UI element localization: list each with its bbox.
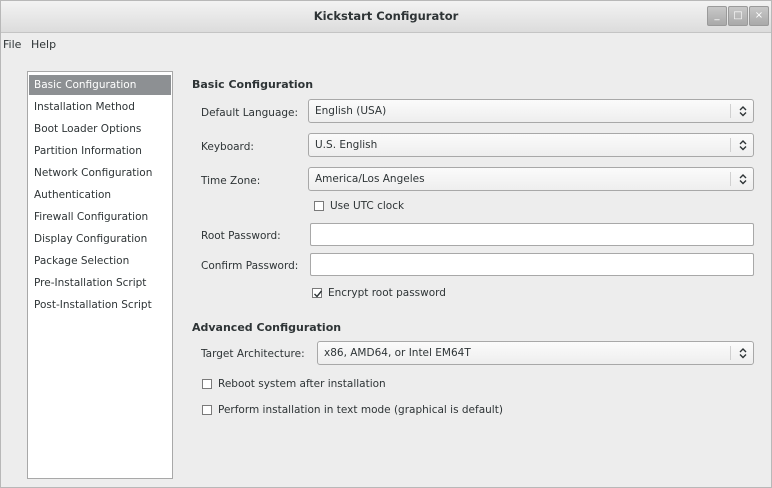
confirm-password-field[interactable] bbox=[310, 253, 754, 276]
sidebar-item-pre-installation-script[interactable]: Pre-Installation Script bbox=[29, 273, 171, 293]
close-button[interactable]: × bbox=[749, 6, 769, 26]
minimize-button[interactable]: _ bbox=[707, 6, 727, 26]
category-list: Basic Configuration Installation Method … bbox=[27, 71, 173, 479]
window-controls: _ □ × bbox=[706, 6, 769, 26]
menu-help[interactable]: Help bbox=[31, 38, 56, 51]
target-architecture-select[interactable]: x86, AMD64, or Intel EM64T bbox=[317, 341, 754, 365]
use-utc-clock-label: Use UTC clock bbox=[330, 200, 405, 212]
default-language-label: Default Language: bbox=[201, 107, 299, 119]
encrypt-root-password-label: Encrypt root password bbox=[328, 287, 446, 299]
keyboard-label: Keyboard: bbox=[201, 141, 254, 153]
sidebar-item-partition-information[interactable]: Partition Information bbox=[29, 141, 171, 161]
time-zone-value: America/Los Angeles bbox=[315, 173, 425, 185]
up-down-arrows-icon bbox=[733, 137, 753, 153]
sidebar-item-package-selection[interactable]: Package Selection bbox=[29, 251, 171, 271]
sidebar-item-basic-configuration[interactable]: Basic Configuration bbox=[29, 75, 171, 95]
title-bar[interactable]: Kickstart Configurator _ □ × bbox=[1, 1, 771, 33]
encrypt-root-password-checkbox[interactable] bbox=[312, 288, 323, 298]
target-architecture-label: Target Architecture: bbox=[201, 348, 305, 360]
reboot-after-install-option[interactable]: Reboot system after installation bbox=[202, 378, 386, 390]
default-language-value: English (USA) bbox=[315, 105, 387, 117]
text-mode-install-label: Perform installation in text mode (graph… bbox=[218, 404, 503, 416]
root-password-label: Root Password: bbox=[201, 230, 281, 242]
window-title: Kickstart Configurator bbox=[313, 9, 459, 23]
default-language-select[interactable]: English (USA) bbox=[308, 99, 754, 123]
time-zone-select[interactable]: America/Los Angeles bbox=[308, 167, 754, 191]
target-architecture-value: x86, AMD64, or Intel EM64T bbox=[324, 347, 471, 359]
menu-file[interactable]: File bbox=[3, 38, 21, 51]
combo-separator bbox=[730, 104, 731, 118]
up-down-arrows-icon bbox=[733, 171, 753, 187]
sidebar-item-network-configuration[interactable]: Network Configuration bbox=[29, 163, 171, 183]
menu-bar: File Help bbox=[1, 34, 771, 58]
basic-configuration-heading: Basic Configuration bbox=[192, 78, 314, 91]
text-mode-install-checkbox[interactable] bbox=[202, 405, 212, 415]
sidebar-item-installation-method[interactable]: Installation Method bbox=[29, 97, 171, 117]
up-down-arrows-icon bbox=[733, 103, 753, 119]
reboot-after-install-checkbox[interactable] bbox=[202, 379, 212, 389]
confirm-password-label: Confirm Password: bbox=[201, 260, 299, 272]
combo-separator bbox=[730, 138, 731, 152]
combo-separator bbox=[730, 172, 731, 186]
text-mode-install-option[interactable]: Perform installation in text mode (graph… bbox=[202, 404, 503, 416]
advanced-configuration-heading: Advanced Configuration bbox=[192, 321, 342, 334]
keyboard-value: U.S. English bbox=[315, 139, 378, 151]
sidebar-item-firewall-configuration[interactable]: Firewall Configuration bbox=[29, 207, 171, 227]
kickstart-window: Kickstart Configurator _ □ × File Help B… bbox=[0, 0, 772, 488]
use-utc-clock-option[interactable]: Use UTC clock bbox=[314, 200, 404, 212]
keyboard-select[interactable]: U.S. English bbox=[308, 133, 754, 157]
sidebar-item-authentication[interactable]: Authentication bbox=[29, 185, 171, 205]
sidebar-item-post-installation-script[interactable]: Post-Installation Script bbox=[29, 295, 171, 315]
sidebar-item-display-configuration[interactable]: Display Configuration bbox=[29, 229, 171, 249]
up-down-arrows-icon bbox=[733, 345, 753, 361]
reboot-after-install-label: Reboot system after installation bbox=[218, 378, 386, 390]
time-zone-label: Time Zone: bbox=[201, 175, 261, 187]
checkmark-icon bbox=[314, 290, 323, 298]
combo-separator bbox=[730, 346, 731, 360]
maximize-button[interactable]: □ bbox=[728, 6, 748, 26]
root-password-field[interactable] bbox=[310, 223, 754, 246]
sidebar-item-boot-loader-options[interactable]: Boot Loader Options bbox=[29, 119, 171, 139]
encrypt-root-password-option[interactable]: Encrypt root password bbox=[312, 287, 446, 299]
use-utc-clock-checkbox[interactable] bbox=[314, 201, 324, 211]
